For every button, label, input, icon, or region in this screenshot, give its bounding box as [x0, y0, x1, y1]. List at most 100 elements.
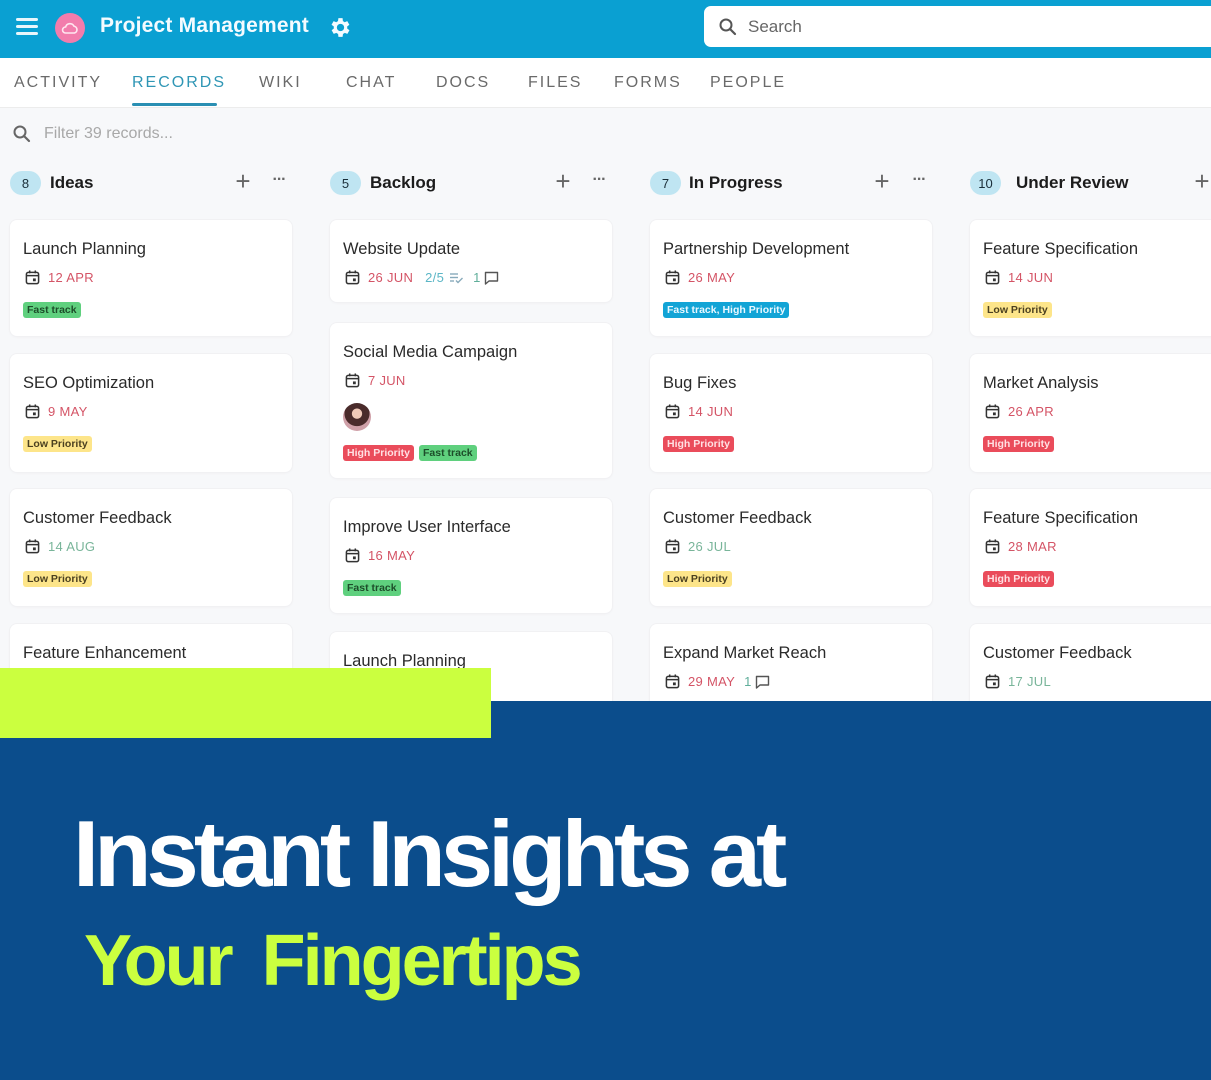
- card-title: Feature Specification: [983, 240, 1139, 258]
- count-badge: 7: [650, 171, 681, 195]
- comment-icon: [755, 675, 769, 689]
- column-header: 10 Under Review +: [970, 168, 1211, 198]
- app-logo: [55, 13, 85, 43]
- column-title: Ideas: [50, 173, 94, 192]
- calendar-icon: [665, 674, 680, 689]
- count-badge: 5: [330, 171, 361, 195]
- record-card[interactable]: SEO Optimization 9 MAY Low Priority: [10, 354, 292, 472]
- record-card[interactable]: Website Update 26 JUN 2/5 1: [330, 220, 612, 302]
- add-card-icon[interactable]: +: [232, 168, 254, 194]
- tab-docs[interactable]: DOCS: [436, 74, 490, 92]
- due-date: 14 JUN: [688, 404, 734, 419]
- tag: Fast track: [419, 445, 477, 461]
- column-header: 8 Ideas + ···: [10, 168, 292, 198]
- due-date: 14 JUN: [1008, 270, 1054, 285]
- card-title: SEO Optimization: [23, 374, 155, 392]
- tag: Low Priority: [23, 571, 92, 587]
- card-tags: Low Priority: [23, 436, 92, 452]
- more-options-icon[interactable]: ···: [588, 168, 610, 192]
- add-card-icon[interactable]: +: [552, 168, 574, 194]
- calendar-icon: [665, 270, 680, 285]
- tab-chat[interactable]: CHAT: [346, 74, 396, 92]
- due-date: 26 APR: [1008, 404, 1054, 419]
- count-badge: 8: [10, 171, 41, 195]
- card-title: Improve User Interface: [343, 518, 511, 536]
- card-meta: 26 APR: [985, 404, 1054, 419]
- tab-forms[interactable]: FORMS: [614, 74, 682, 92]
- tab-wiki[interactable]: WIKI: [259, 74, 302, 92]
- card-title: Market Analysis: [983, 374, 1099, 392]
- record-card[interactable]: Social Media Campaign 7 JUN High Priorit…: [330, 323, 612, 478]
- filter-input[interactable]: [44, 125, 344, 143]
- due-date: 26 JUN: [368, 270, 414, 285]
- record-card[interactable]: Launch Planning 12 APR Fast track: [10, 220, 292, 336]
- record-card[interactable]: Improve User Interface 16 MAY Fast track: [330, 498, 612, 613]
- calendar-icon: [25, 270, 40, 285]
- card-title: Customer Feedback: [983, 644, 1132, 662]
- add-card-icon[interactable]: +: [871, 168, 893, 194]
- global-search[interactable]: [704, 6, 1211, 47]
- card-title: Social Media Campaign: [343, 343, 518, 361]
- card-title: Partnership Development: [663, 240, 850, 258]
- more-options-icon[interactable]: ···: [268, 168, 290, 192]
- card-title: Expand Market Reach: [663, 644, 827, 662]
- card-tags: High Priority: [983, 571, 1055, 587]
- tag: Low Priority: [983, 302, 1052, 318]
- card-tags: Fast track: [23, 302, 81, 318]
- record-card[interactable]: Market Analysis 26 APR High Priority: [970, 354, 1211, 472]
- board-column-under-review: 10 Under Review + Feature Specification …: [970, 168, 1211, 724]
- card-tags: High Priority Fast track: [343, 445, 477, 461]
- card-meta: 26 JUL: [665, 539, 731, 554]
- record-card[interactable]: Customer Feedback 14 AUG Low Priority: [10, 489, 292, 606]
- tab-records[interactable]: RECORDS: [132, 74, 226, 92]
- comment-count: 1: [744, 674, 752, 689]
- card-meta: 26 JUN 2/5 1: [345, 270, 499, 285]
- card-meta: 29 MAY 1: [665, 674, 770, 689]
- top-bar: Project Management: [0, 0, 1211, 58]
- calendar-icon: [25, 404, 40, 419]
- search-icon: [719, 18, 737, 35]
- due-date: 12 APR: [48, 270, 94, 285]
- tag: Low Priority: [663, 571, 732, 587]
- search-input[interactable]: [748, 16, 1148, 37]
- tab-people[interactable]: PEOPLE: [710, 74, 786, 92]
- calendar-icon: [345, 373, 360, 388]
- tag: Low Priority: [23, 436, 92, 452]
- add-card-icon[interactable]: +: [1191, 168, 1211, 194]
- column-title: In Progress: [689, 173, 783, 192]
- more-options-icon[interactable]: ···: [908, 168, 930, 192]
- tab-activity[interactable]: ACTIVITY: [14, 74, 102, 92]
- app-title: Project Management: [100, 14, 309, 37]
- column-header: 7 In Progress + ···: [650, 168, 932, 198]
- hamburger-menu-icon[interactable]: [16, 18, 38, 36]
- card-title: Feature Enhancement: [23, 644, 187, 662]
- due-date: 29 MAY: [688, 674, 736, 689]
- record-card[interactable]: Feature Specification 28 MAR High Priori…: [970, 489, 1211, 606]
- card-tags: Fast track, High Priority: [663, 302, 790, 318]
- due-date: 28 MAR: [1008, 539, 1057, 554]
- calendar-icon: [985, 404, 1000, 419]
- gear-icon[interactable]: [328, 15, 353, 40]
- record-card[interactable]: Partnership Development 26 MAY Fast trac…: [650, 220, 932, 336]
- card-meta: 28 MAR: [985, 539, 1057, 554]
- tab-files[interactable]: FILES: [528, 74, 582, 92]
- nav-tabs: ACTIVITY RECORDS WIKI CHAT DOCS FILES FO…: [0, 58, 1211, 108]
- card-meta: 14 JUN: [985, 270, 1053, 285]
- calendar-icon: [985, 674, 1000, 689]
- assignee-avatar[interactable]: [343, 403, 371, 431]
- records-filter[interactable]: [12, 124, 344, 144]
- column-title: Backlog: [370, 173, 437, 192]
- tag: High Priority: [983, 571, 1055, 587]
- calendar-icon: [985, 270, 1000, 285]
- record-card[interactable]: Bug Fixes 14 JUN High Priority: [650, 354, 932, 472]
- column-title: Under Review: [1016, 173, 1129, 192]
- record-card[interactable]: Customer Feedback 26 JUL Low Priority: [650, 489, 932, 606]
- tag: Fast track, High Priority: [663, 302, 790, 318]
- banner-subheadline: Your Fingertips: [84, 921, 583, 1001]
- record-card[interactable]: Feature Specification 14 JUN Low Priorit…: [970, 220, 1211, 336]
- checklist-icon: [450, 272, 464, 283]
- card-tags: Low Priority: [663, 571, 732, 587]
- banner-headline: Instant Insights at: [73, 801, 787, 906]
- card-tags: Low Priority: [23, 571, 92, 587]
- card-title: Bug Fixes: [663, 374, 737, 392]
